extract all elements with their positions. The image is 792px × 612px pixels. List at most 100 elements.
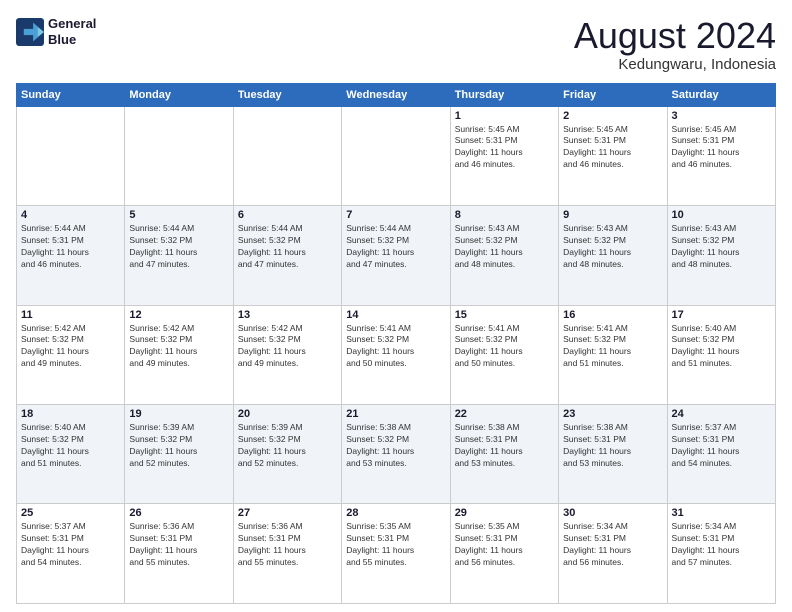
calendar-cell: 2 Sunrise: 5:45 AM Sunset: 5:31 PM Daylig… bbox=[559, 106, 667, 205]
calendar-cell: 24 Sunrise: 5:37 AM Sunset: 5:31 PM Dayli… bbox=[667, 405, 775, 504]
calendar-cell: 11 Sunrise: 5:42 AM Sunset: 5:32 PM Dayli… bbox=[17, 305, 125, 404]
day-info: Sunrise: 5:43 AM Sunset: 5:32 PM Dayligh… bbox=[672, 223, 771, 271]
day-number: 26 bbox=[129, 507, 228, 519]
calendar-cell: 8 Sunrise: 5:43 AM Sunset: 5:32 PM Daylig… bbox=[450, 206, 558, 305]
day-number: 13 bbox=[238, 309, 337, 321]
day-info: Sunrise: 5:42 AM Sunset: 5:32 PM Dayligh… bbox=[21, 323, 120, 371]
day-number: 10 bbox=[672, 209, 771, 221]
day-number: 21 bbox=[346, 408, 445, 420]
weekday-header: Tuesday bbox=[233, 83, 341, 106]
weekday-header: Monday bbox=[125, 83, 233, 106]
location: Kedungwaru, Indonesia bbox=[574, 56, 776, 73]
day-info: Sunrise: 5:36 AM Sunset: 5:31 PM Dayligh… bbox=[238, 521, 337, 569]
day-info: Sunrise: 5:35 AM Sunset: 5:31 PM Dayligh… bbox=[455, 521, 554, 569]
calendar-cell: 20Sunrise: 5:39 AM Sunset: 5:32 PM Dayli… bbox=[233, 405, 341, 504]
calendar-cell: 1Sunrise: 5:45 AM Sunset: 5:31 PM Daylig… bbox=[450, 106, 558, 205]
calendar-cell: 26 Sunrise: 5:36 AM Sunset: 5:31 PM Dayli… bbox=[125, 504, 233, 604]
title-block: August 2024 Kedungwaru, Indonesia bbox=[574, 16, 776, 73]
calendar-cell: 15Sunrise: 5:41 AM Sunset: 5:32 PM Dayli… bbox=[450, 305, 558, 404]
calendar-cell: 4 Sunrise: 5:44 AM Sunset: 5:31 PM Daylig… bbox=[17, 206, 125, 305]
day-number: 30 bbox=[563, 507, 662, 519]
day-info: Sunrise: 5:40 AM Sunset: 5:32 PM Dayligh… bbox=[21, 422, 120, 470]
calendar-cell: 12 Sunrise: 5:42 AM Sunset: 5:32 PM Dayli… bbox=[125, 305, 233, 404]
day-info: Sunrise: 5:39 AM Sunset: 5:32 PM Dayligh… bbox=[129, 422, 228, 470]
day-info: Sunrise: 5:41 AM Sunset: 5:32 PM Dayligh… bbox=[455, 323, 554, 371]
calendar-cell: 3Sunrise: 5:45 AM Sunset: 5:31 PM Daylig… bbox=[667, 106, 775, 205]
calendar-table: SundayMondayTuesdayWednesdayThursdayFrid… bbox=[16, 83, 776, 604]
day-info: Sunrise: 5:44 AM Sunset: 5:31 PM Dayligh… bbox=[21, 223, 120, 271]
calendar-cell: 22 Sunrise: 5:38 AM Sunset: 5:31 PM Dayli… bbox=[450, 405, 558, 504]
day-info: Sunrise: 5:34 AM Sunset: 5:31 PM Dayligh… bbox=[672, 521, 771, 569]
day-info: Sunrise: 5:37 AM Sunset: 5:31 PM Dayligh… bbox=[672, 422, 771, 470]
calendar-week-row: 4 Sunrise: 5:44 AM Sunset: 5:31 PM Daylig… bbox=[17, 206, 776, 305]
day-number: 29 bbox=[455, 507, 554, 519]
day-info: Sunrise: 5:38 AM Sunset: 5:31 PM Dayligh… bbox=[455, 422, 554, 470]
calendar-cell: 27 Sunrise: 5:36 AM Sunset: 5:31 PM Dayli… bbox=[233, 504, 341, 604]
weekday-header: Sunday bbox=[17, 83, 125, 106]
day-info: Sunrise: 5:35 AM Sunset: 5:31 PM Dayligh… bbox=[346, 521, 445, 569]
calendar-week-row: 11 Sunrise: 5:42 AM Sunset: 5:32 PM Dayli… bbox=[17, 305, 776, 404]
day-number: 11 bbox=[21, 309, 120, 321]
calendar-cell: 21Sunrise: 5:38 AM Sunset: 5:32 PM Dayli… bbox=[342, 405, 450, 504]
calendar-cell: 16 Sunrise: 5:41 AM Sunset: 5:32 PM Dayli… bbox=[559, 305, 667, 404]
day-info: Sunrise: 5:43 AM Sunset: 5:32 PM Dayligh… bbox=[455, 223, 554, 271]
day-number: 20 bbox=[238, 408, 337, 420]
day-number: 28 bbox=[346, 507, 445, 519]
calendar-cell: 29 Sunrise: 5:35 AM Sunset: 5:31 PM Dayli… bbox=[450, 504, 558, 604]
day-number: 2 bbox=[563, 110, 662, 122]
calendar-cell: 30 Sunrise: 5:34 AM Sunset: 5:31 PM Dayli… bbox=[559, 504, 667, 604]
day-info: Sunrise: 5:41 AM Sunset: 5:32 PM Dayligh… bbox=[563, 323, 662, 371]
calendar-cell: 10 Sunrise: 5:43 AM Sunset: 5:32 PM Dayli… bbox=[667, 206, 775, 305]
day-info: Sunrise: 5:45 AM Sunset: 5:31 PM Dayligh… bbox=[563, 124, 662, 172]
day-info: Sunrise: 5:44 AM Sunset: 5:32 PM Dayligh… bbox=[129, 223, 228, 271]
day-info: Sunrise: 5:40 AM Sunset: 5:32 PM Dayligh… bbox=[672, 323, 771, 371]
day-number: 5 bbox=[129, 209, 228, 221]
day-info: Sunrise: 5:36 AM Sunset: 5:31 PM Dayligh… bbox=[129, 521, 228, 569]
day-info: Sunrise: 5:43 AM Sunset: 5:32 PM Dayligh… bbox=[563, 223, 662, 271]
calendar-week-row: 1 Sunrise: 5:45 AM Sunset: 5:31 PM Daylig… bbox=[17, 106, 776, 205]
calendar-cell: 17 Sunrise: 5:40 AM Sunset: 5:32 PM Dayli… bbox=[667, 305, 775, 404]
calendar-cell: 23Sunrise: 5:38 AM Sunset: 5:31 PM Dayli… bbox=[559, 405, 667, 504]
day-number: 1 bbox=[455, 110, 554, 122]
calendar-cell: 5 Sunrise: 5:44 AM Sunset: 5:32 PM Daylig… bbox=[125, 206, 233, 305]
day-number: 6 bbox=[238, 209, 337, 221]
logo-text: General Blue bbox=[48, 16, 96, 47]
calendar-cell bbox=[342, 106, 450, 205]
calendar-week-row: 18Sunrise: 5:40 AM Sunset: 5:32 PM Dayli… bbox=[17, 405, 776, 504]
day-info: Sunrise: 5:37 AM Sunset: 5:31 PM Dayligh… bbox=[21, 521, 120, 569]
day-number: 4 bbox=[21, 209, 120, 221]
calendar-cell: 13 Sunrise: 5:42 AM Sunset: 5:32 PM Dayli… bbox=[233, 305, 341, 404]
day-info: Sunrise: 5:41 AM Sunset: 5:32 PM Dayligh… bbox=[346, 323, 445, 371]
day-number: 22 bbox=[455, 408, 554, 420]
day-number: 12 bbox=[129, 309, 228, 321]
day-number: 7 bbox=[346, 209, 445, 221]
day-number: 8 bbox=[455, 209, 554, 221]
calendar-cell: 6 Sunrise: 5:44 AM Sunset: 5:32 PM Daylig… bbox=[233, 206, 341, 305]
day-number: 25 bbox=[21, 507, 120, 519]
logo-icon bbox=[16, 18, 44, 46]
weekday-header: Saturday bbox=[667, 83, 775, 106]
page: General Blue August 2024 Kedungwaru, Ind… bbox=[0, 0, 792, 612]
calendar-cell: 31 Sunrise: 5:34 AM Sunset: 5:31 PM Dayli… bbox=[667, 504, 775, 604]
header: General Blue August 2024 Kedungwaru, Ind… bbox=[16, 16, 776, 73]
calendar-cell: 14Sunrise: 5:41 AM Sunset: 5:32 PM Dayli… bbox=[342, 305, 450, 404]
day-number: 27 bbox=[238, 507, 337, 519]
day-info: Sunrise: 5:44 AM Sunset: 5:32 PM Dayligh… bbox=[346, 223, 445, 271]
calendar-cell: 19Sunrise: 5:39 AM Sunset: 5:32 PM Dayli… bbox=[125, 405, 233, 504]
calendar-cell bbox=[125, 106, 233, 205]
day-number: 31 bbox=[672, 507, 771, 519]
calendar-cell: 9Sunrise: 5:43 AM Sunset: 5:32 PM Daylig… bbox=[559, 206, 667, 305]
logo: General Blue bbox=[16, 16, 96, 47]
day-info: Sunrise: 5:34 AM Sunset: 5:31 PM Dayligh… bbox=[563, 521, 662, 569]
day-number: 16 bbox=[563, 309, 662, 321]
day-info: Sunrise: 5:44 AM Sunset: 5:32 PM Dayligh… bbox=[238, 223, 337, 271]
calendar-cell bbox=[233, 106, 341, 205]
day-info: Sunrise: 5:42 AM Sunset: 5:32 PM Dayligh… bbox=[129, 323, 228, 371]
calendar-cell: 25 Sunrise: 5:37 AM Sunset: 5:31 PM Dayli… bbox=[17, 504, 125, 604]
day-number: 17 bbox=[672, 309, 771, 321]
calendar-week-row: 25 Sunrise: 5:37 AM Sunset: 5:31 PM Dayli… bbox=[17, 504, 776, 604]
calendar-cell: 18Sunrise: 5:40 AM Sunset: 5:32 PM Dayli… bbox=[17, 405, 125, 504]
day-number: 3 bbox=[672, 110, 771, 122]
day-info: Sunrise: 5:42 AM Sunset: 5:32 PM Dayligh… bbox=[238, 323, 337, 371]
day-number: 24 bbox=[672, 408, 771, 420]
